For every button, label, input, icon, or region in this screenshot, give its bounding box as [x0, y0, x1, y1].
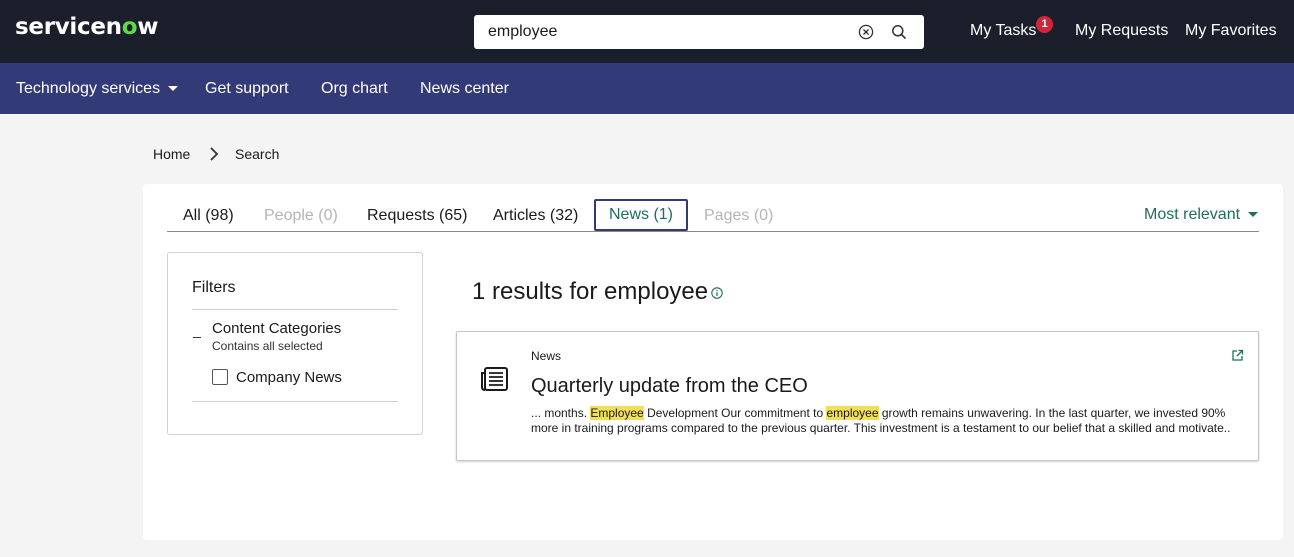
nav-org-chart[interactable]: Org chart [321, 80, 388, 98]
breadcrumb-current: Search [235, 146, 280, 162]
snippet-text: growth remains unwavering. In the last q… [878, 406, 1226, 420]
results-heading: 1 results for employee [472, 278, 709, 305]
tab-articles[interactable]: Articles (32) [493, 207, 578, 225]
collapse-category-toggle[interactable]: _ [193, 322, 201, 338]
content-categories-note: Contains all selected [212, 339, 323, 353]
tasks-count-badge: 1 [1036, 16, 1053, 33]
snippet-line-1: ... months. Employee Development Our com… [531, 406, 1231, 421]
chevron-right-icon [210, 147, 219, 161]
logo-text-start: servicen [15, 14, 122, 40]
filters-title: Filters [192, 279, 236, 296]
company-news-checkbox[interactable] [212, 369, 228, 385]
tab-people[interactable]: People (0) [264, 207, 338, 225]
top-header: servicenow My Tasks 1 My Requests My Fav… [0, 0, 1294, 63]
content-categories-label[interactable]: Content Categories [212, 320, 341, 337]
external-link-icon[interactable] [1231, 349, 1244, 362]
filters-divider [192, 309, 398, 310]
search-icon[interactable] [891, 24, 907, 40]
filters-divider-bottom [192, 401, 398, 402]
global-search [474, 15, 924, 49]
logo-text-end: w [137, 14, 159, 40]
newspaper-icon [481, 367, 508, 391]
nav-get-support[interactable]: Get support [205, 80, 289, 98]
search-input[interactable] [488, 22, 848, 42]
my-favorites-link[interactable]: My Favorites [1185, 22, 1277, 40]
highlight-match: Employee [590, 406, 644, 420]
my-requests-link[interactable]: My Requests [1075, 22, 1168, 40]
tabs-divider [167, 231, 1259, 232]
my-tasks-link[interactable]: My Tasks [970, 22, 1036, 40]
result-title[interactable]: Quarterly update from the CEO [531, 375, 808, 398]
clear-search-icon[interactable] [858, 24, 874, 40]
result-type: News [531, 349, 562, 363]
tab-pages[interactable]: Pages (0) [704, 207, 773, 225]
tab-news[interactable]: News (1) [594, 199, 688, 231]
logo-text-o: o [121, 14, 138, 40]
nav-technology-services[interactable]: Technology services [16, 80, 179, 98]
caret-down-icon [168, 86, 179, 92]
snippet-line-2: more in training programs compared to th… [531, 421, 1231, 435]
sort-label: Most relevant [1144, 206, 1241, 223]
company-news-label[interactable]: Company News [236, 369, 342, 386]
snippet-text: ... months. [531, 406, 591, 420]
highlight-match: employee [826, 406, 879, 420]
breadcrumb-home[interactable]: Home [153, 146, 190, 162]
main-nav: Technology services Get support Org char… [0, 63, 1294, 114]
sort-dropdown[interactable]: Most relevant [1144, 206, 1259, 224]
info-icon[interactable] [711, 287, 723, 299]
servicenow-logo[interactable]: servicenow [15, 14, 158, 40]
tab-requests[interactable]: Requests (65) [367, 207, 468, 225]
snippet-text: Development Our commitment to [643, 406, 827, 420]
tab-all[interactable]: All (98) [183, 207, 234, 225]
caret-down-icon [1248, 212, 1259, 218]
nav-news-center[interactable]: News center [420, 80, 509, 98]
result-snippet: ... months. Employee Development Our com… [531, 406, 1231, 436]
nav-technology-services-label: Technology services [16, 80, 161, 97]
